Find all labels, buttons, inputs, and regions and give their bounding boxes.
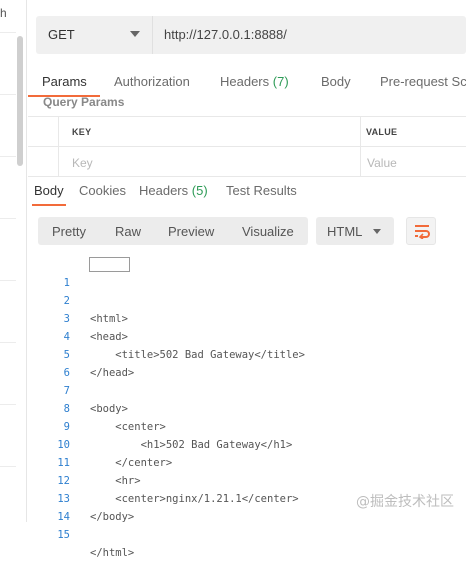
request-bar: GET http://127.0.0.1:8888/ (36, 16, 466, 54)
sidebar-divider (0, 156, 16, 157)
query-params-table: KEY VALUE Key Value (28, 116, 466, 177)
tab-authorization[interactable]: Authorization (114, 74, 190, 89)
format-label: HTML (327, 224, 363, 239)
checkbox-column (28, 147, 59, 176)
code-line: 4 <title>502 Bad Gateway</title> (26, 310, 466, 361)
response-tabs: Body Cookies Headers (5) Test Results (26, 180, 466, 206)
sidebar-divider (0, 342, 16, 343)
tab-pre-request-script[interactable]: Pre-request Scr (380, 74, 466, 89)
code-line: 1 <html> (26, 256, 466, 325)
watermark: @掘金技术社区 (356, 494, 454, 510)
tab-label: Body (34, 183, 64, 198)
visualize-button[interactable]: Visualize (242, 224, 294, 239)
tab-label: Cookies (79, 183, 126, 198)
tab-label: Test Results (226, 183, 297, 198)
format-select[interactable]: HTML (316, 217, 394, 245)
tab-label: Headers (139, 183, 189, 198)
sidebar-divider (0, 218, 16, 219)
tab-response-headers[interactable]: Headers (5) (139, 183, 208, 198)
tab-headers[interactable]: Headers (7) (220, 74, 289, 89)
sidebar-divider (0, 404, 16, 405)
sidebar-divider (0, 32, 16, 33)
url-input[interactable]: http://127.0.0.1:8888/ (164, 27, 287, 42)
pretty-button[interactable]: Pretty (52, 224, 86, 239)
wrap-lines-button[interactable] (406, 217, 436, 245)
tab-label: Authorization (114, 74, 190, 89)
method-label: GET (48, 27, 75, 42)
code-line: 9 <h1>502 Bad Gateway</h1> (26, 400, 466, 451)
code-line: 3 <head> (26, 292, 466, 343)
code-line: 11 <hr> (26, 436, 466, 487)
tab-response-body[interactable]: Body (34, 183, 64, 198)
request-panel: GET http://127.0.0.1:8888/ Params Author… (26, 0, 466, 559)
sidebar-divider (0, 466, 16, 467)
tab-label: Body (321, 74, 351, 89)
code-line: 8 <center> (26, 382, 466, 433)
chevron-down-icon (130, 31, 140, 37)
tab-label: Pre-request Scr (380, 74, 466, 89)
code-line: 7 <body> (26, 364, 466, 415)
key-input[interactable]: Key (72, 156, 93, 170)
tab-label: Params (42, 74, 87, 89)
code-line: 10 </center> (26, 418, 466, 469)
sidebar-divider (0, 94, 16, 95)
sidebar-divider (0, 280, 16, 281)
table-row: Key Value (28, 146, 466, 177)
active-tab-indicator (32, 204, 66, 206)
checkbox-column (28, 117, 59, 146)
tab-params[interactable]: Params (42, 74, 87, 89)
column-header-key: KEY (72, 127, 92, 137)
code-line: 2 (26, 274, 466, 307)
tab-body[interactable]: Body (321, 74, 351, 89)
bracket-match-highlight (89, 257, 130, 272)
sidebar-text: h (0, 6, 7, 20)
view-mode-group: Pretty Raw Preview Visualize (38, 217, 308, 245)
value-input[interactable]: Value (367, 156, 397, 170)
code-line: 13 </body> (26, 472, 466, 523)
tab-test-results[interactable]: Test Results (226, 183, 297, 198)
tab-count: (7) (272, 74, 289, 89)
collections-sidebar: h (0, 0, 27, 522)
sidebar-scrollbar[interactable] (17, 36, 23, 166)
method-select[interactable]: GET (36, 16, 153, 54)
wrap-lines-icon (415, 225, 430, 239)
tab-count: (5) (191, 183, 208, 198)
chevron-down-icon (373, 229, 381, 234)
table-header-row: KEY VALUE (28, 116, 466, 146)
column-header-value: VALUE (366, 127, 398, 137)
column-divider (360, 147, 361, 176)
query-params-title: Query Params (43, 95, 125, 109)
code-line: 5 </head> (26, 328, 466, 379)
column-divider (360, 117, 361, 146)
code-line: 12 <center>nginx/1.21.1</center> (26, 454, 466, 505)
preview-button[interactable]: Preview (168, 224, 214, 239)
code-line: 6 (26, 346, 466, 379)
request-tabs: Params Authorization Headers (7) Body Pr… (26, 70, 466, 97)
raw-button[interactable]: Raw (115, 224, 141, 239)
tab-cookies[interactable]: Cookies (79, 183, 126, 198)
line-number: 15 (57, 529, 70, 541)
tab-label: Headers (220, 74, 270, 89)
code-text: </html> (90, 547, 135, 559)
